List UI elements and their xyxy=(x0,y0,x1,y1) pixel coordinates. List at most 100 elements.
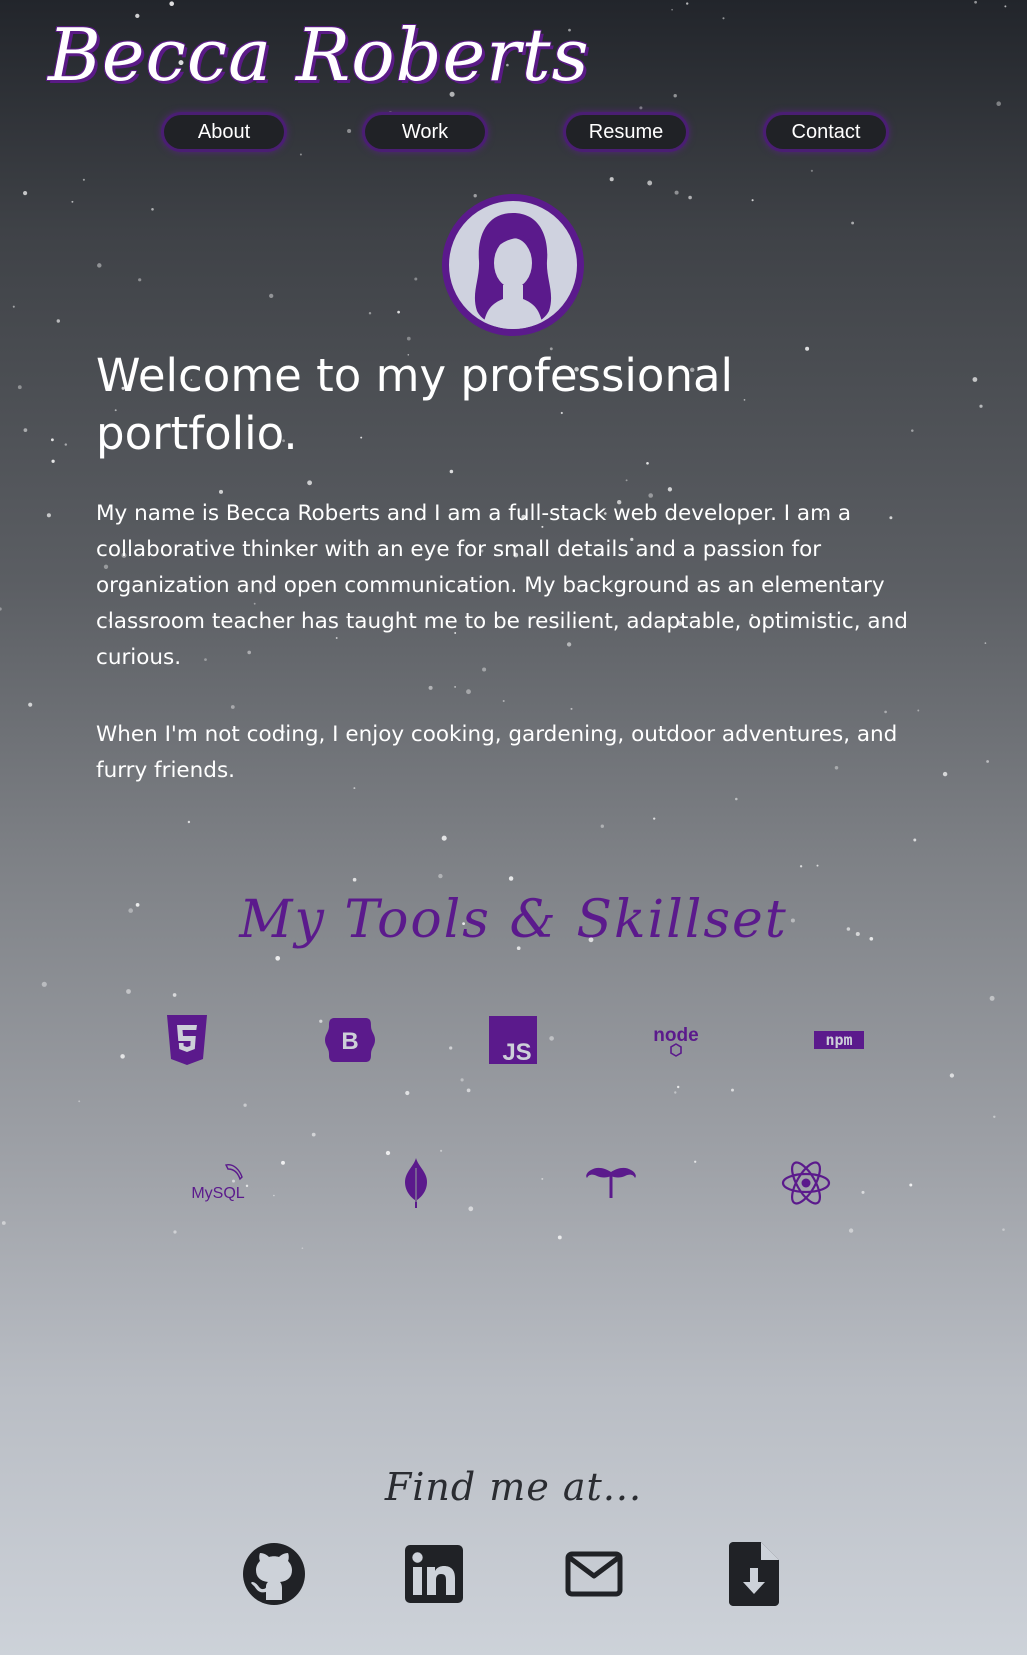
star-dot xyxy=(731,1088,734,1092)
star-dot xyxy=(625,479,628,482)
site-title[interactable]: Becca Roberts xyxy=(48,10,590,100)
star-dot xyxy=(972,377,978,382)
star-dot xyxy=(600,824,604,828)
star-dot xyxy=(64,443,68,446)
star-dot xyxy=(468,1206,474,1212)
react-icon xyxy=(776,1153,836,1213)
html5-icon xyxy=(157,1010,217,1070)
star-dot xyxy=(647,180,653,186)
find-me-title: Find me at... xyxy=(384,1465,643,1509)
star-dot xyxy=(169,1,175,7)
star-dot xyxy=(82,178,85,181)
star-dot xyxy=(0,607,2,611)
bootstrap-icon: B xyxy=(320,1010,380,1070)
star-dot xyxy=(541,1177,544,1180)
woman-silhouette-icon xyxy=(474,213,552,329)
star-dot xyxy=(352,877,357,882)
star-dot xyxy=(56,319,60,323)
star-dot xyxy=(609,177,614,182)
star-dot xyxy=(810,169,814,172)
github-link[interactable] xyxy=(240,1540,308,1608)
star-dot xyxy=(549,1036,554,1041)
handlebars-icon xyxy=(581,1153,641,1213)
star-dot xyxy=(428,685,433,690)
star-dot xyxy=(126,989,131,994)
mysql-icon: MySQL xyxy=(188,1153,248,1213)
star-dot xyxy=(440,1149,443,1152)
star-dot xyxy=(861,1190,865,1194)
star-dot xyxy=(974,0,977,4)
star-dot xyxy=(799,865,803,868)
github-icon[interactable] xyxy=(242,1542,306,1606)
star-dot xyxy=(301,1247,304,1250)
star-dot xyxy=(1004,5,1007,8)
star-dot xyxy=(218,489,224,494)
star-dot xyxy=(816,864,819,867)
star-dot xyxy=(243,1103,247,1107)
star-dot xyxy=(909,1183,913,1187)
star-dot xyxy=(674,1091,677,1094)
star-dot xyxy=(449,1046,453,1050)
nav-about-button[interactable]: About xyxy=(164,115,284,149)
star-dot xyxy=(667,487,673,492)
resume-download-icon[interactable] xyxy=(729,1542,779,1606)
welcome-heading: Welcome to my professional portfolio. xyxy=(96,349,734,460)
main-nav: About Work Resume Contact xyxy=(0,115,1027,155)
star-dot xyxy=(653,817,656,820)
star-dot xyxy=(460,1078,464,1082)
nav-resume-button[interactable]: Resume xyxy=(566,115,686,149)
star-dot xyxy=(17,385,22,390)
star-dot xyxy=(397,310,400,314)
star-dot xyxy=(438,873,443,879)
star-dot xyxy=(674,190,679,195)
star-dot xyxy=(673,94,677,98)
star-dot xyxy=(884,710,887,714)
star-dot xyxy=(466,689,471,695)
star-dot xyxy=(639,106,643,110)
linkedin-link[interactable] xyxy=(400,1540,468,1608)
star-dot xyxy=(41,981,47,987)
star-dot xyxy=(676,1085,680,1089)
star-dot xyxy=(28,702,33,707)
star-dot xyxy=(986,760,989,763)
resume-download-link[interactable] xyxy=(720,1540,788,1608)
nav-contact-button[interactable]: Contact xyxy=(766,115,886,149)
star-dot xyxy=(851,221,855,225)
star-dot xyxy=(557,1235,562,1240)
avatar xyxy=(442,194,584,336)
star-dot xyxy=(368,312,372,315)
star-dot xyxy=(917,709,920,712)
star-dot xyxy=(848,1228,854,1233)
star-dot xyxy=(269,293,274,299)
bootstrap-letter: B xyxy=(341,1028,358,1055)
star-dot xyxy=(805,346,810,351)
nav-work-button[interactable]: Work xyxy=(365,115,485,149)
star-dot xyxy=(307,480,313,486)
star-dot xyxy=(230,705,235,709)
star-dot xyxy=(12,305,15,308)
star-dot xyxy=(275,955,281,961)
star-dot xyxy=(71,200,74,203)
nodejs-icon: node xyxy=(646,1010,706,1070)
linkedin-icon[interactable] xyxy=(405,1545,463,1603)
star-dot xyxy=(694,1160,697,1163)
javascript-icon: JS xyxy=(483,1010,543,1070)
star-dot xyxy=(993,1115,996,1119)
star-dot xyxy=(454,686,456,688)
email-link[interactable] xyxy=(560,1540,628,1608)
about-paragraph-intro: My name is Becca Roberts and I am a full… xyxy=(96,501,908,670)
about-paragraph-hobbies: When I'm not coding, I enjoy cooking, ga… xyxy=(96,722,898,783)
npm-text: npm xyxy=(825,1031,852,1049)
star-dot xyxy=(405,1090,410,1096)
star-dot xyxy=(996,101,1001,106)
star-dot xyxy=(138,278,142,282)
star-dot xyxy=(1002,1228,1005,1231)
email-icon[interactable] xyxy=(565,1551,623,1597)
star-dot xyxy=(911,429,914,432)
star-dot xyxy=(466,1088,471,1093)
star-dot xyxy=(172,993,177,997)
star-dot xyxy=(502,699,505,703)
star-dot xyxy=(686,2,689,5)
star-dot xyxy=(735,797,738,801)
star-dot xyxy=(751,199,754,202)
